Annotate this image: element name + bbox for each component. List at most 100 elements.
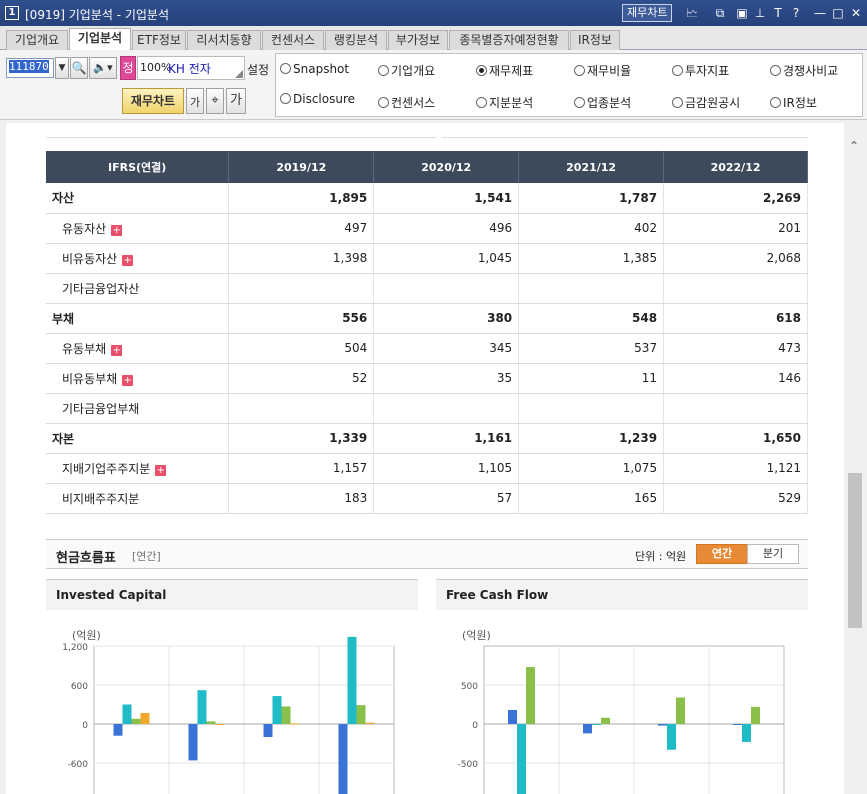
close-icon[interactable]: ✕	[848, 5, 864, 21]
tab-extra-info[interactable]: 부가정보	[388, 30, 448, 50]
chart-bar	[338, 724, 348, 794]
table-cell: 1,650	[663, 423, 808, 454]
setting-link[interactable]: 설정	[247, 61, 269, 78]
table-header-row: IFRS(연결) 2019/12 2020/12 2021/12 2022/12	[46, 151, 808, 183]
invested-capital-chart: Invested Capital (억원) 1,2006000-600-1,20…	[46, 579, 418, 794]
expand-plus-icon[interactable]: +	[111, 344, 123, 356]
window-copy-icon[interactable]: ▣	[734, 5, 750, 21]
table-cell: 165	[518, 483, 665, 514]
font-small-label: 가	[189, 96, 201, 109]
jung-badge[interactable]: 정	[120, 56, 136, 80]
table-cell: 556	[228, 303, 375, 334]
font-increase-button[interactable]: 가	[226, 88, 246, 114]
radio-share-analysis[interactable]: 지분분석	[476, 94, 533, 111]
table-cell: 1,239	[518, 423, 665, 454]
toggle-annual[interactable]: 연간	[696, 544, 748, 564]
chart-bar	[140, 712, 150, 724]
tab-capital-increase[interactable]: 종목별증자예정현황	[449, 30, 569, 50]
code-dropdown-chevron-down-icon[interactable]: ▼	[55, 57, 69, 79]
expand-plus-icon[interactable]: +	[155, 464, 167, 476]
expand-plus-icon[interactable]: +	[122, 374, 134, 386]
chart-bar	[188, 724, 198, 761]
stock-code-input[interactable]: 111870	[6, 58, 54, 78]
tab-consensus[interactable]: 컨센서스	[262, 30, 324, 50]
radio-investment-index[interactable]: 투자지표	[672, 62, 729, 79]
chart-bar	[131, 718, 141, 724]
radio-snapshot[interactable]: Snapshot	[280, 62, 349, 76]
free-cash-flow-svg: 5000-500-1,000	[458, 645, 785, 794]
table-cell: 380	[373, 303, 520, 334]
radio-financial-statements[interactable]: 재무제표	[476, 62, 533, 79]
minimize-icon[interactable]: —	[812, 5, 828, 21]
table-header: 2022/12	[663, 151, 808, 183]
chart-icon[interactable]: 🗠	[684, 5, 700, 21]
radio-label: Snapshot	[293, 62, 350, 76]
radio-circle	[672, 65, 683, 76]
free-cash-flow-chart: Free Cash Flow (억원) 5000-500-1,000	[436, 579, 808, 794]
radio-consensus[interactable]: 컨센서스	[378, 94, 435, 111]
pin-icon[interactable]: ⊥	[752, 5, 768, 21]
table-cell: 1,398	[228, 243, 375, 274]
radio-label: 컨센서스	[391, 96, 436, 110]
radio-company-overview[interactable]: 기업개요	[378, 62, 435, 79]
radio-label: 투자지표	[685, 64, 730, 78]
link-icon[interactable]: ⧉	[712, 5, 728, 21]
tab-ir-info[interactable]: IR정보	[570, 30, 620, 50]
expand-plus-icon[interactable]: +	[122, 254, 134, 266]
tab-company-analysis[interactable]: 기업분석	[69, 28, 131, 51]
tab-research[interactable]: 리서치동향	[187, 30, 261, 50]
radio-label: 재무비율	[587, 64, 632, 78]
radio-label: Disclosure	[293, 92, 356, 106]
radio-ir-info[interactable]: IR정보	[770, 94, 817, 111]
scroll-up-icon[interactable]: ⌃	[849, 139, 859, 153]
expand-plus-icon[interactable]: +	[111, 224, 123, 236]
table-row: 자본 1,339 1,161 1,239 1,650	[46, 423, 808, 454]
toggle-quarter[interactable]: 분기	[747, 544, 799, 564]
radio-competitor-compare[interactable]: 경쟁사비교	[770, 62, 838, 79]
row-label: 유동부채	[62, 341, 107, 356]
table-row: 유동부채 +504 345 537 473	[46, 333, 808, 364]
tab-ranking[interactable]: 랭킹분석	[325, 30, 387, 50]
maximize-icon[interactable]: □	[830, 5, 846, 21]
invested-capital-svg: 1,2006000-600-1,200	[62, 636, 395, 794]
table-row: 비지배주주지분 183 57 165 529	[46, 483, 808, 514]
toolbar: 111870 ▼ 🔍 🔈▾ 정 100% KH 전자 설정 재무차트 가 ⌖ 가…	[0, 50, 867, 120]
table-row: 기타금융업부채	[46, 393, 808, 424]
row-label-cell: 기타금융업자산	[46, 273, 230, 304]
row-label: 비유동부채	[62, 371, 118, 386]
font-icon[interactable]: T	[770, 5, 786, 21]
radio-industry-analysis[interactable]: 업종분석	[574, 94, 631, 111]
chart-title: Invested Capital	[46, 580, 418, 610]
stock-name: KH 전자	[168, 62, 211, 76]
table-header: 2021/12	[518, 151, 665, 183]
scrollbar-thumb[interactable]	[848, 473, 862, 628]
chart-bar	[592, 724, 601, 725]
radio-disclosure[interactable]: Disclosure	[280, 92, 355, 106]
table-cell	[228, 273, 375, 304]
font-decrease-button[interactable]: 가	[186, 88, 204, 114]
help-icon[interactable]: ?	[788, 5, 804, 21]
table-cell: 1,161	[373, 423, 520, 454]
radio-fss-disclosure[interactable]: 금감원공시	[672, 94, 740, 111]
table-cell: 183	[228, 483, 375, 514]
chart-bar	[290, 723, 300, 725]
search-icon[interactable]: 🔍	[70, 57, 88, 79]
title-chart-button[interactable]: 재무차트	[622, 4, 673, 22]
financial-chart-button[interactable]: 재무차트	[122, 88, 184, 114]
sound-icon[interactable]: 🔈▾	[89, 57, 117, 79]
row-label: 부채	[52, 311, 75, 326]
table-cell	[663, 273, 808, 304]
table-row: 자산 1,895 1,541 1,787 2,269	[46, 183, 808, 214]
table-cell: 537	[518, 333, 665, 364]
radio-label: 금감원공시	[685, 96, 741, 110]
table-row: 기타금융업자산	[46, 273, 808, 304]
table-cell: 201	[663, 213, 808, 244]
y-tick-label: 0	[472, 721, 478, 731]
row-label-cell: 부채	[46, 303, 230, 334]
radio-financial-ratio[interactable]: 재무비율	[574, 62, 631, 79]
row-label: 유동자산	[62, 221, 107, 236]
fit-icon[interactable]: ⌖	[206, 88, 224, 114]
vertical-scrollbar[interactable]: ⌃	[844, 123, 867, 794]
tab-company-overview[interactable]: 기업개요	[6, 30, 68, 50]
tab-etf-info[interactable]: ETF정보	[132, 30, 186, 50]
